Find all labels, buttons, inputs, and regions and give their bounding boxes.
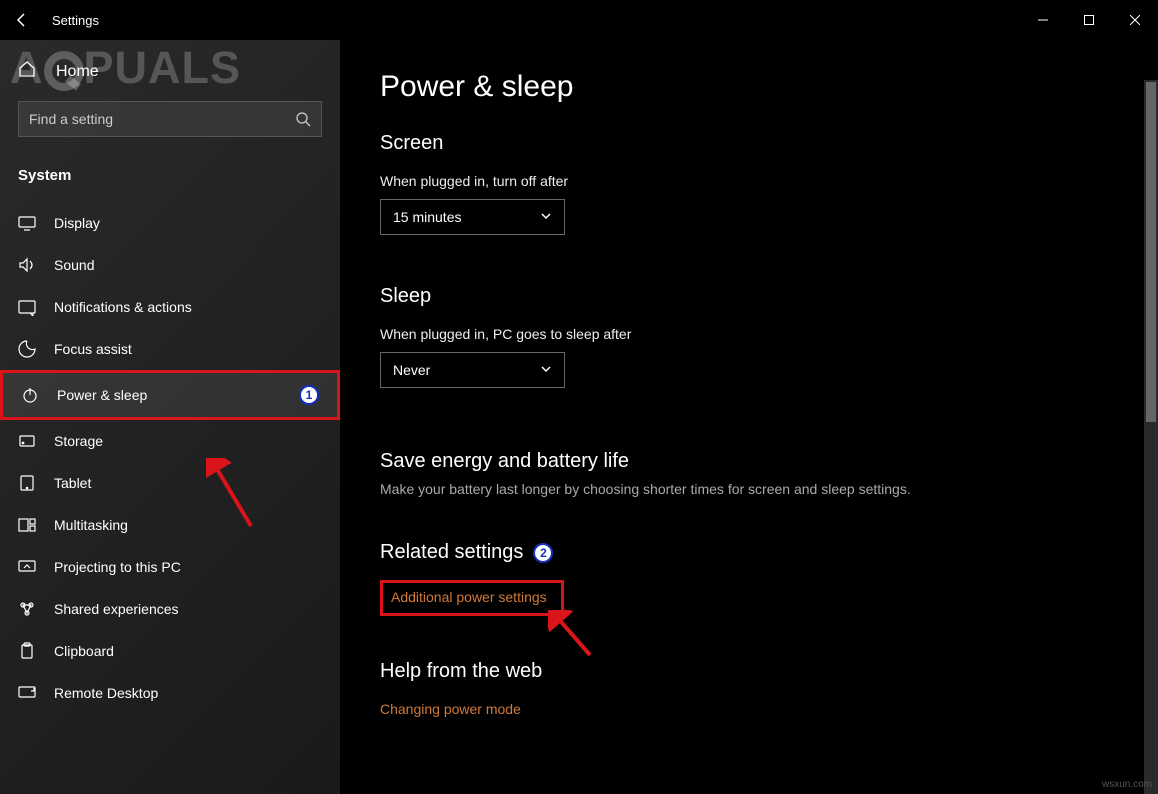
related-heading: Related settings xyxy=(380,541,523,564)
minimize-button[interactable] xyxy=(1020,0,1066,40)
screen-timeout-value: 15 minutes xyxy=(393,209,461,225)
search-input[interactable] xyxy=(29,111,295,127)
sidebar: Home System Display Sound xyxy=(0,40,340,794)
sidebar-item-projecting[interactable]: Projecting to this PC xyxy=(0,546,340,588)
screen-timeout-select[interactable]: 15 minutes xyxy=(380,199,565,235)
help-heading: Help from the web xyxy=(380,660,1118,683)
additional-power-settings-highlight: Additional power settings xyxy=(380,580,564,616)
sidebar-item-label: Remote Desktop xyxy=(54,685,158,701)
notifications-icon xyxy=(18,298,36,316)
settings-window: Settings Home xyxy=(0,0,1158,794)
titlebar: Settings xyxy=(0,0,1158,40)
sidebar-item-label: Notifications & actions xyxy=(54,299,192,315)
back-button[interactable] xyxy=(10,8,34,32)
home-label: Home xyxy=(56,63,99,81)
sidebar-item-label: Projecting to this PC xyxy=(54,559,181,575)
changing-power-mode-link[interactable]: Changing power mode xyxy=(380,701,521,717)
scrollbar-thumb[interactable] xyxy=(1146,82,1156,422)
sidebar-item-clipboard[interactable]: Clipboard xyxy=(0,630,340,672)
screen-off-label: When plugged in, turn off after xyxy=(380,173,1118,189)
sidebar-item-power-sleep[interactable]: Power & sleep 1 xyxy=(0,370,340,420)
sidebar-item-focus-assist[interactable]: Focus assist xyxy=(0,328,340,370)
remote-desktop-icon xyxy=(18,684,36,702)
sleep-label: When plugged in, PC goes to sleep after xyxy=(380,326,1118,342)
main-content: Power & sleep Screen When plugged in, tu… xyxy=(340,40,1158,794)
battery-heading: Save energy and battery life xyxy=(380,450,1118,473)
sidebar-item-label: Power & sleep xyxy=(57,387,147,403)
sleep-timeout-select[interactable]: Never xyxy=(380,352,565,388)
sidebar-item-notifications[interactable]: Notifications & actions xyxy=(0,286,340,328)
page-title: Power & sleep xyxy=(380,70,1118,104)
sidebar-item-label: Multitasking xyxy=(54,517,128,533)
power-icon xyxy=(21,386,39,404)
sidebar-item-label: Tablet xyxy=(54,475,91,491)
body: Home System Display Sound xyxy=(0,40,1158,794)
sidebar-item-label: Sound xyxy=(54,257,94,273)
scrollbar-track[interactable] xyxy=(1144,80,1158,794)
tablet-icon xyxy=(18,474,36,492)
battery-desc: Make your battery last longer by choosin… xyxy=(380,481,1118,497)
sidebar-item-storage[interactable]: Storage xyxy=(0,420,340,462)
screen-heading: Screen xyxy=(380,132,1118,155)
projecting-icon xyxy=(18,558,36,576)
home-icon xyxy=(18,60,36,83)
display-icon xyxy=(18,214,36,232)
sound-icon xyxy=(18,256,36,274)
multitasking-icon xyxy=(18,516,36,534)
sidebar-item-label: Storage xyxy=(54,433,103,449)
sidebar-item-label: Shared experiences xyxy=(54,601,179,617)
sleep-timeout-value: Never xyxy=(393,362,430,378)
window-controls xyxy=(1020,0,1158,40)
sidebar-item-label: Clipboard xyxy=(54,643,114,659)
maximize-button[interactable] xyxy=(1066,0,1112,40)
sidebar-item-shared-experiences[interactable]: Shared experiences xyxy=(0,588,340,630)
search-box[interactable] xyxy=(18,101,322,137)
shared-experiences-icon xyxy=(18,600,36,618)
focus-assist-icon xyxy=(18,340,36,358)
annotation-marker-2: 2 xyxy=(533,543,553,563)
sidebar-item-display[interactable]: Display xyxy=(0,202,340,244)
sidebar-item-tablet[interactable]: Tablet xyxy=(0,462,340,504)
image-credit: wsxun.com xyxy=(1102,779,1152,790)
chevron-down-icon xyxy=(540,209,552,225)
additional-power-settings-link[interactable]: Additional power settings xyxy=(391,589,547,605)
close-button[interactable] xyxy=(1112,0,1158,40)
window-title: Settings xyxy=(52,13,99,28)
clipboard-icon xyxy=(18,642,36,660)
annotation-marker-1: 1 xyxy=(299,385,319,405)
sidebar-item-multitasking[interactable]: Multitasking xyxy=(0,504,340,546)
search-icon xyxy=(295,111,311,127)
sidebar-item-sound[interactable]: Sound xyxy=(0,244,340,286)
titlebar-left: Settings xyxy=(10,8,99,32)
chevron-down-icon xyxy=(540,362,552,378)
sidebar-item-remote-desktop[interactable]: Remote Desktop xyxy=(0,672,340,714)
sidebar-item-label: Focus assist xyxy=(54,341,132,357)
category-header: System xyxy=(0,161,340,202)
related-heading-row: Related settings 2 xyxy=(380,541,1118,564)
sleep-heading: Sleep xyxy=(380,285,1118,308)
home-button[interactable]: Home xyxy=(0,50,340,101)
sidebar-item-label: Display xyxy=(54,215,100,231)
storage-icon xyxy=(18,432,36,450)
